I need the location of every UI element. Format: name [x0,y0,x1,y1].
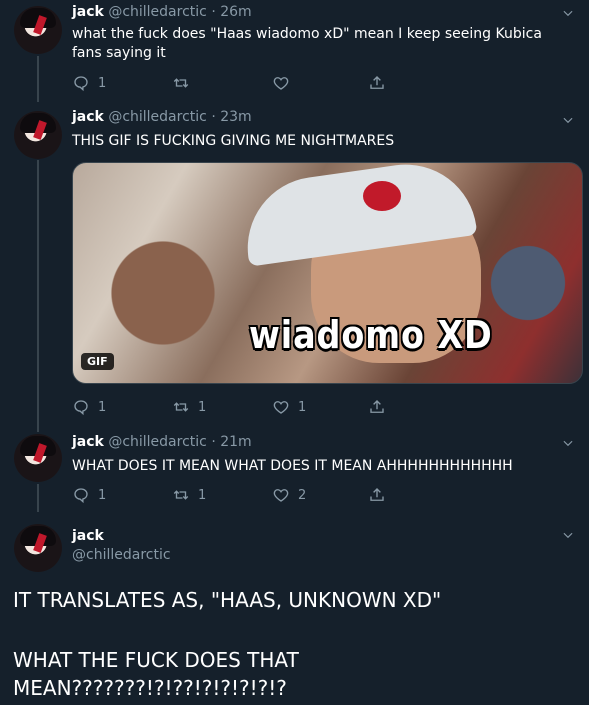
reply-button[interactable]: 1 [72,397,106,417]
retweet-icon [173,78,189,88]
avatar[interactable] [14,6,62,54]
display-name[interactable]: jack [72,434,104,450]
caret-down-icon[interactable] [561,6,575,20]
like-button[interactable]: 1 [272,397,306,417]
gif-caption: wiadomo XD [249,313,493,357]
main-tweet-name[interactable]: jack [72,528,104,544]
like-count: 2 [298,487,307,503]
main-tweet-line-1: IT TRANSLATES AS, "HAAS, UNKNOWN XD" [13,588,442,612]
retweet-icon [173,402,189,412]
display-name[interactable]: jack [72,109,104,125]
retweet-button[interactable]: 1 [172,397,206,417]
like-icon [273,77,289,90]
caret-down-icon[interactable] [561,113,575,127]
like-button[interactable] [272,73,298,93]
tweet-3[interactable]: jack @chilledarctic · 21m WHAT DOES IT M… [0,428,589,516]
reply-count: 1 [98,399,107,415]
tweet-actions: 1 1 2 [72,485,572,505]
reply-icon [74,76,88,92]
handle[interactable]: @chilledarctic [108,434,207,450]
reply-button[interactable]: 1 [72,485,106,505]
retweet-count: 1 [198,487,207,503]
retweet-count: 1 [198,399,207,415]
reply-icon [74,488,88,504]
tweet-meta: jack @chilledarctic · 21m [72,434,252,450]
reply-count: 1 [98,75,107,91]
retweet-button[interactable] [172,73,198,93]
timestamp[interactable]: 21m [220,434,251,450]
timestamp[interactable]: 26m [220,4,251,20]
tweet-meta: jack @chilledarctic · 26m [72,4,252,20]
like-count: 1 [298,399,307,415]
handle[interactable]: @chilledarctic [108,4,207,20]
share-button[interactable] [368,485,386,505]
share-button[interactable] [368,73,386,93]
meta-separator: · [211,434,216,450]
share-icon [370,400,384,413]
gif-badge: GIF [81,353,114,370]
avatar[interactable] [14,434,62,482]
tweet-meta: jack @chilledarctic · 23m [72,109,252,125]
main-tweet[interactable]: jack @chilledarctic IT TRANSLATES AS, "H… [0,518,589,705]
avatar[interactable] [14,524,62,572]
tweet-text: THIS GIF IS FUCKING GIVING ME NIGHTMARES [72,133,395,149]
like-button[interactable]: 2 [272,485,306,505]
share-button[interactable] [368,397,386,417]
share-icon [370,76,384,89]
tweet-text: WHAT DOES IT MEAN WHAT DOES IT MEAN AHHH… [72,458,513,474]
main-tweet-handle[interactable]: @chilledarctic [72,547,171,563]
retweet-icon [173,490,189,500]
tweet-text: what the fuck does "Haas wiadomo xD" mea… [72,26,542,61]
meta-separator: · [211,109,216,125]
cap-logo [363,181,401,211]
retweet-button[interactable]: 1 [172,485,206,505]
caret-down-icon[interactable] [561,528,575,542]
tweet-actions: 1 [72,73,572,93]
like-icon [273,489,289,502]
caret-down-icon[interactable] [561,436,575,450]
display-name[interactable]: jack [72,4,104,20]
main-tweet-line-3: MEAN???????!?!??!?!?!?!?!? [13,676,287,700]
avatar[interactable] [14,111,62,159]
gif-media[interactable]: wiadomo XD GIF [72,162,583,384]
tweet-1[interactable]: jack @chilledarctic · 26m what the fuck … [0,0,589,105]
reply-count: 1 [98,487,107,503]
timestamp[interactable]: 23m [220,109,251,125]
meta-separator: · [211,4,216,20]
main-tweet-line-2: WHAT THE FUCK DOES THAT [13,648,299,672]
share-icon [370,488,384,501]
reply-button[interactable]: 1 [72,73,106,93]
handle[interactable]: @chilledarctic [108,109,207,125]
reply-icon [74,400,88,416]
like-icon [273,401,289,414]
tweet-actions: 1 1 1 [72,397,572,417]
